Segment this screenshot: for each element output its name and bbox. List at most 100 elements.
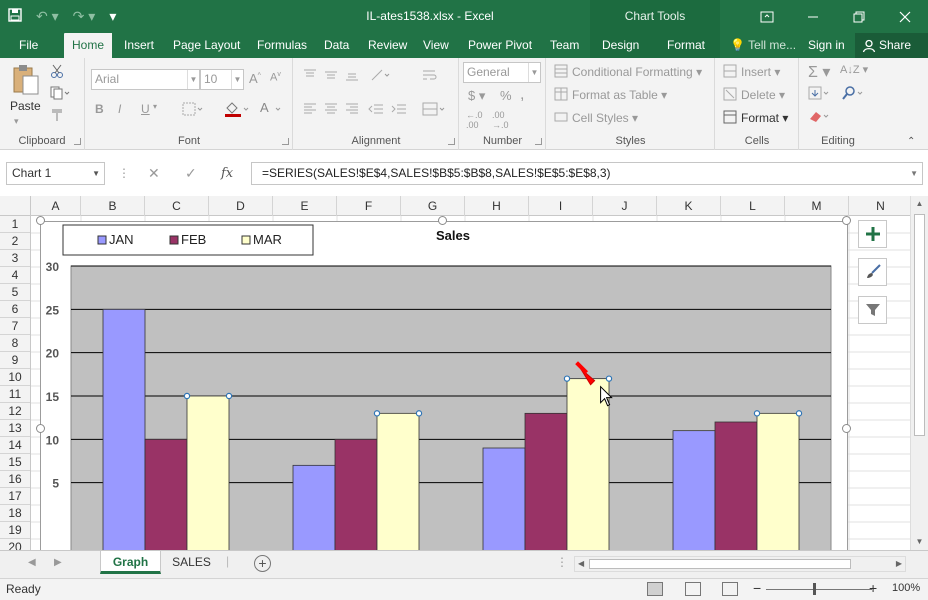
fill-icon[interactable] [808, 86, 832, 103]
wrap-text-icon[interactable] [422, 68, 438, 85]
clipboard-launcher-icon[interactable] [74, 138, 81, 145]
bar-mar-2[interactable] [376, 412, 420, 560]
bar-feb-1[interactable] [144, 438, 188, 560]
row-header-4[interactable]: 4 [0, 267, 30, 284]
insert-cells-button[interactable]: Insert ▾ [741, 65, 780, 79]
row-header-8[interactable]: 8 [0, 335, 30, 352]
horizontal-scroll-thumb[interactable] [589, 559, 851, 569]
cut-icon[interactable] [50, 64, 64, 81]
increase-indent-icon[interactable] [391, 102, 407, 119]
vertical-scrollbar[interactable]: ▲ ▼ [910, 196, 928, 550]
scroll-down-icon[interactable]: ▼ [911, 534, 928, 550]
tab-home[interactable]: Home [64, 33, 113, 58]
row-header-7[interactable]: 7 [0, 318, 30, 335]
zoom-out-icon[interactable]: − [753, 580, 761, 596]
merge-center-icon[interactable] [422, 102, 446, 119]
bar-feb-3[interactable] [524, 412, 568, 560]
fill-color-icon[interactable] [224, 100, 250, 121]
row-header-1[interactable]: 1 [0, 216, 30, 233]
font-name-select[interactable]: Arial ▼ [91, 69, 200, 90]
increase-font-icon[interactable]: A^ [249, 71, 261, 86]
currency-icon[interactable]: $ ▾ [468, 88, 485, 104]
tab-design[interactable]: Design [602, 33, 639, 58]
column-header-d[interactable]: D [209, 196, 273, 216]
save-icon[interactable] [8, 8, 22, 25]
row-header-15[interactable]: 15 [0, 454, 30, 471]
clear-icon[interactable] [808, 109, 832, 126]
decrease-font-icon[interactable]: Av [270, 71, 281, 84]
font-launcher-icon[interactable] [282, 138, 289, 145]
formula-input[interactable]: =SERIES(SALES!$E$4,SALES!$B$5:$B$8,SALES… [251, 162, 923, 185]
column-header-f[interactable]: F [337, 196, 401, 216]
chart-legend[interactable]: JAN FEB MAR [62, 224, 314, 256]
decrease-indent-icon[interactable] [368, 102, 384, 119]
column-header-i[interactable]: I [529, 196, 593, 216]
italic-button[interactable]: I [118, 102, 121, 116]
column-header-l[interactable]: L [721, 196, 785, 216]
redo-icon[interactable]: ↷ ▾ [73, 8, 96, 25]
row-header-2[interactable]: 2 [0, 233, 30, 250]
bottom-align-icon[interactable] [345, 68, 359, 85]
alignment-launcher-icon[interactable] [448, 138, 455, 145]
page-layout-view-icon[interactable] [685, 582, 701, 596]
expand-formula-bar-icon[interactable]: ▼ [910, 163, 918, 184]
scroll-up-icon[interactable]: ▲ [911, 196, 928, 212]
restore-icon[interactable] [836, 0, 882, 33]
bar-feb-2[interactable] [334, 438, 378, 560]
zoom-slider[interactable] [766, 589, 872, 590]
scroll-right-icon[interactable]: ▶ [896, 557, 902, 571]
bar-mar-4[interactable] [756, 412, 800, 560]
middle-align-icon[interactable] [324, 68, 338, 85]
align-center-icon[interactable] [324, 102, 338, 119]
row-header-16[interactable]: 16 [0, 471, 30, 488]
tab-page-layout[interactable]: Page Layout [173, 33, 240, 58]
align-left-icon[interactable] [303, 102, 317, 119]
copy-icon[interactable] [50, 86, 70, 103]
orientation-icon[interactable] [370, 68, 392, 85]
zoom-in-icon[interactable]: + [869, 580, 877, 596]
row-header-5[interactable]: 5 [0, 284, 30, 301]
cancel-icon[interactable]: ✕ [148, 162, 160, 185]
paste-icon[interactable] [12, 64, 40, 96]
bar-jan-4[interactable] [672, 430, 716, 560]
customize-qat-icon[interactable]: ▾ [109, 8, 116, 25]
align-right-icon[interactable] [345, 102, 359, 119]
column-header-m[interactable]: M [785, 196, 849, 216]
row-header-13[interactable]: 13 [0, 420, 30, 437]
paste-dropdown-icon[interactable]: ▾ [14, 116, 19, 127]
resize-handle-right[interactable] [842, 424, 851, 433]
row-header-14[interactable]: 14 [0, 437, 30, 454]
row-header-9[interactable]: 9 [0, 352, 30, 369]
bar-feb-4[interactable] [714, 421, 758, 560]
decrease-decimal-icon[interactable]: .00 →.0 [492, 110, 509, 130]
scroll-left-icon[interactable]: ◀ [578, 557, 584, 571]
row-header-18[interactable]: 18 [0, 505, 30, 522]
tab-insert[interactable]: Insert [124, 33, 154, 58]
tab-team[interactable]: Team [550, 33, 579, 58]
tab-file[interactable]: File [19, 33, 38, 58]
column-header-j[interactable]: J [593, 196, 657, 216]
sort-filter-icon[interactable]: A↓Z ▾ [840, 63, 868, 76]
zoom-slider-thumb[interactable] [813, 583, 816, 595]
undo-icon[interactable]: ↶ ▾ [36, 8, 59, 25]
zoom-level[interactable]: 100% [892, 582, 920, 594]
number-format-select[interactable]: General ▼ [463, 62, 541, 83]
tab-format[interactable]: Format [667, 33, 705, 58]
format-painter-icon[interactable] [50, 108, 64, 125]
resize-handle-left[interactable] [36, 424, 45, 433]
row-header-11[interactable]: 11 [0, 386, 30, 403]
enter-icon[interactable]: ✓ [185, 162, 197, 185]
row-header-12[interactable]: 12 [0, 403, 30, 420]
tab-view[interactable]: View [423, 33, 449, 58]
insert-function-button[interactable]: fx [221, 162, 233, 185]
select-all-corner[interactable] [0, 196, 31, 216]
resize-handle-top-left[interactable] [36, 216, 45, 225]
tab-split-handle[interactable]: ⋮ [556, 555, 568, 569]
column-header-b[interactable]: B [81, 196, 145, 216]
sales-chart[interactable]: JAN FEB MAR Sales 30 25 20 15 10 5 [41, 222, 847, 560]
page-break-view-icon[interactable] [722, 582, 738, 596]
column-header-g[interactable]: G [401, 196, 465, 216]
top-align-icon[interactable] [303, 68, 317, 85]
bar-jan-3[interactable] [482, 447, 526, 560]
name-box[interactable]: Chart 1 ▼ [6, 162, 105, 185]
